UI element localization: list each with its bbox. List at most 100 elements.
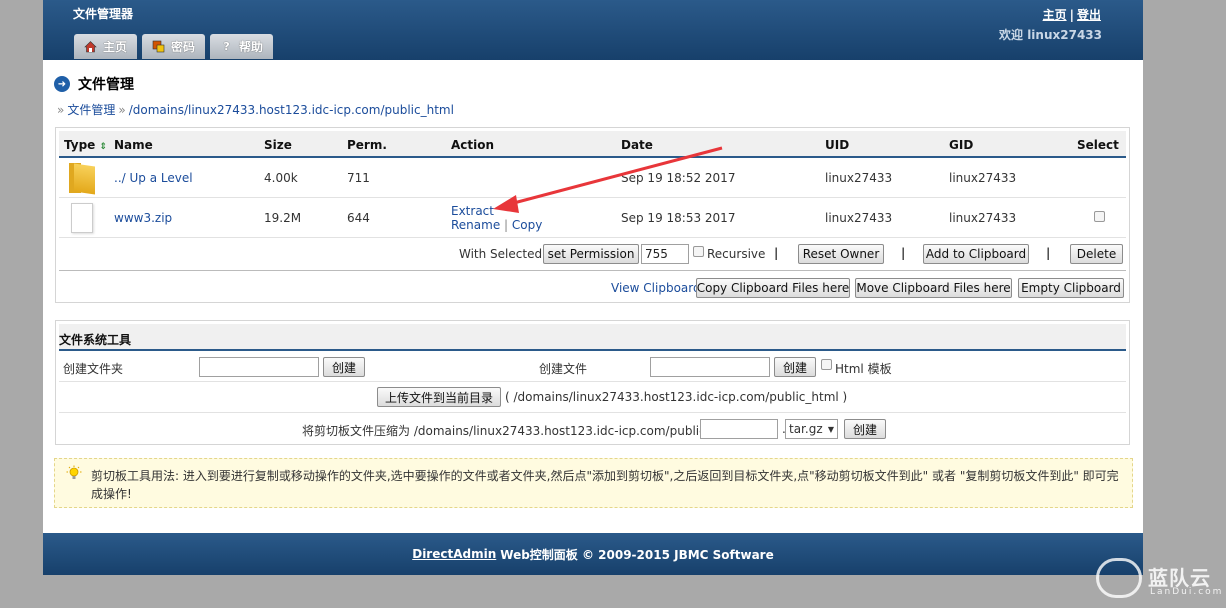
separator: | (1046, 246, 1051, 260)
delete-button[interactable]: Delete (1070, 244, 1123, 264)
file-size: 4.00k (264, 171, 298, 185)
permission-input[interactable] (641, 244, 689, 264)
with-selected-label: With Selected (459, 247, 543, 261)
col-gid[interactable]: GID (949, 138, 973, 152)
file-name-input[interactable] (650, 357, 770, 377)
copy-link[interactable]: Copy (512, 218, 542, 232)
welcome-text: 欢迎 linux27433 (999, 26, 1102, 43)
extract-link[interactable]: Extract (451, 204, 494, 218)
recursive-checkbox[interactable] (693, 246, 704, 257)
archive-name-input[interactable] (700, 419, 778, 439)
col-type[interactable]: Type ⇕ (64, 138, 107, 152)
col-select: Select (1077, 138, 1119, 152)
compress-label: 将剪切板文件压缩为 /domains/linux27433.host123.id… (302, 424, 740, 438)
file-gid: linux27433 (949, 171, 1017, 185)
logout-link[interactable]: 登出 (1077, 8, 1101, 22)
breadcrumb: » 文件管理»/domains/linux27433.host123.idc-ic… (54, 101, 454, 118)
header-bar: 文件管理器 主页 密码 ? 帮助 主页 | 登出 欢迎 linux27433 (43, 0, 1143, 60)
html-template-label: Html 模板 (835, 362, 892, 376)
action-separator: | (504, 218, 509, 232)
file-uid: linux27433 (825, 171, 893, 185)
folder-icon (69, 163, 95, 195)
up-level-link[interactable]: ../ Up a Level (114, 171, 193, 185)
footer: DirectAdmin Web控制面板 © 2009-2015 JBMC Sof… (43, 533, 1143, 575)
tab-password[interactable]: 密码 (142, 34, 206, 59)
archive-format-select[interactable]: tar.gz ▼ (785, 419, 838, 439)
breadcrumb-root-link[interactable]: 文件管理 (67, 103, 115, 117)
tab-help[interactable]: ? 帮助 (210, 34, 274, 59)
folder-name-input[interactable] (199, 357, 319, 377)
select-checkbox[interactable] (1094, 211, 1105, 222)
upload-button[interactable]: 上传文件到当前目录 (377, 387, 501, 407)
tools-title: 文件系统工具 (59, 324, 1126, 351)
separator: | (901, 246, 906, 260)
separator: | (774, 246, 779, 260)
home-link[interactable]: 主页 (1043, 8, 1067, 22)
recursive-label: Recursive (707, 247, 766, 261)
cloud-logo-icon (1096, 558, 1142, 598)
file-gid: linux27433 (949, 211, 1017, 225)
action-links: Rename | Copy (451, 218, 542, 232)
home-icon (84, 40, 97, 53)
breadcrumb-separator: » (57, 103, 65, 117)
help-icon: ? (223, 40, 230, 53)
key-icon (152, 40, 165, 53)
file-uid: linux27433 (825, 211, 893, 225)
chevron-down-icon: ▼ (827, 424, 834, 434)
sort-icon: ⇕ (99, 142, 108, 152)
page-title-text: 文件管理 (78, 77, 134, 93)
tab-home-label: 主页 (103, 40, 128, 54)
clipboard-tip: 剪切板工具用法: 进入到要进行复制或移动操作的文件夹,选中要操作的文件或者文件夹… (54, 458, 1133, 508)
copy-clipboard-button[interactable]: Copy Clipboard Files here (696, 278, 850, 298)
upload-row: 上传文件到当前目录 ( /domains/linux27433.host123.… (59, 382, 1126, 413)
welcome-label: 欢迎 (998, 28, 1023, 42)
compress-button[interactable]: 创建 (844, 419, 886, 439)
move-clipboard-button[interactable]: Move Clipboard Files here (855, 278, 1012, 298)
tab-home[interactable]: 主页 (74, 34, 138, 59)
watermark-sub: LanDui.com (1150, 587, 1224, 597)
table-row: ../ Up a Level 4.00k 711 Sep 19 18:52 20… (59, 159, 1126, 198)
tip-text: 剪切板工具用法: 进入到要进行复制或移动操作的文件夹,选中要操作的文件或者文件夹… (91, 469, 1119, 501)
lightbulb-icon (66, 465, 82, 481)
breadcrumb-separator: » (118, 103, 126, 117)
top-links: 主页 | 登出 (1043, 6, 1101, 23)
upload-path: ( /domains/linux27433.host123.idc-icp.co… (505, 390, 848, 404)
arrow-right-circle-icon: ➜ (54, 76, 70, 92)
create-file-label: 创建文件 (539, 362, 588, 376)
directadmin-link[interactable]: DirectAdmin (412, 547, 496, 561)
add-to-clipboard-button[interactable]: Add to Clipboard (923, 244, 1029, 264)
divider (59, 270, 1126, 271)
col-name[interactable]: Name (114, 138, 153, 152)
nav-tabs: 主页 密码 ? 帮助 (74, 34, 274, 59)
compress-row: 将剪切板文件压缩为 /domains/linux27433.host123.id… (59, 413, 1126, 444)
tab-help-label: 帮助 (239, 40, 264, 54)
reset-owner-button[interactable]: Reset Owner (798, 244, 884, 264)
set-permission-button[interactable]: set Permission (543, 244, 639, 264)
empty-clipboard-button[interactable]: Empty Clipboard (1018, 278, 1124, 298)
col-action: Action (451, 138, 495, 152)
file-date: Sep 19 18:53 2017 (621, 211, 736, 225)
table-row: www3.zip 19.2M 644 Extract Rename | Copy… (59, 198, 1126, 238)
col-size[interactable]: Size (264, 138, 292, 152)
view-clipboard-link[interactable]: View Clipboard (611, 281, 701, 295)
file-name-link[interactable]: www3.zip (114, 211, 172, 225)
create-file-button[interactable]: 创建 (774, 357, 816, 377)
html-template-checkbox[interactable] (821, 359, 832, 370)
file-perm: 711 (347, 171, 370, 185)
breadcrumb-path-link[interactable]: /domains/linux27433.host123.idc-icp.com/… (129, 103, 454, 117)
file-date: Sep 19 18:52 2017 (621, 171, 736, 185)
col-perm[interactable]: Perm. (347, 138, 387, 152)
watermark: 蓝队云 LanDui.com (1096, 556, 1221, 600)
create-folder-button[interactable]: 创建 (323, 357, 365, 377)
file-perm: 644 (347, 211, 370, 225)
footer-text: Web控制面板 © 2009-2015 JBMC Software (500, 547, 774, 562)
file-table: Type ⇕ Name Size Perm. Action Date UID G… (55, 127, 1130, 303)
rename-link[interactable]: Rename (451, 218, 500, 232)
filesystem-tools: 文件系统工具 创建文件夹 创建 创建文件 创建 Html 模板 上传文件到当前目… (55, 320, 1130, 445)
col-uid[interactable]: UID (825, 138, 849, 152)
col-date[interactable]: Date (621, 138, 653, 152)
link-separator: | (1069, 8, 1074, 22)
file-icon (71, 203, 93, 233)
app-window: 文件管理器 主页 密码 ? 帮助 主页 | 登出 欢迎 linux27433 ➜… (43, 0, 1143, 575)
file-table-header: Type ⇕ Name Size Perm. Action Date UID G… (59, 131, 1126, 158)
